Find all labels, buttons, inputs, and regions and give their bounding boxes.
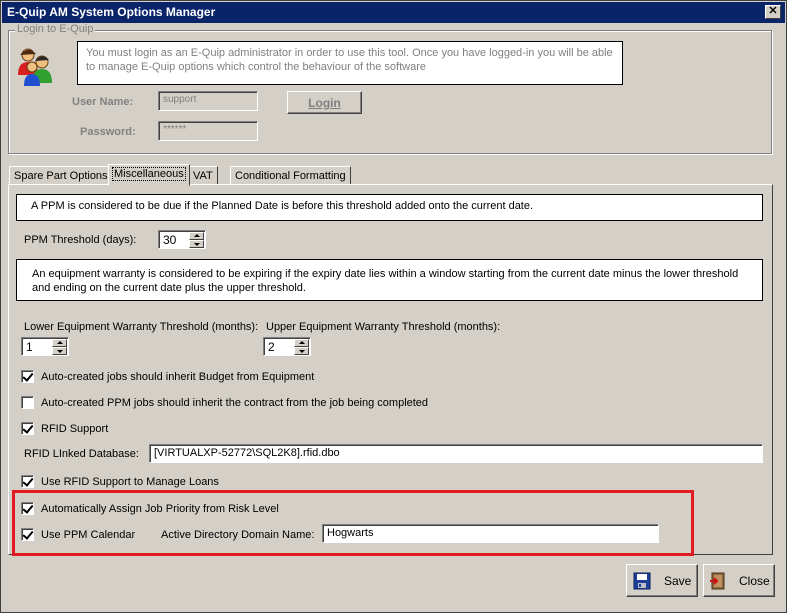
login-button[interactable]: Login <box>287 91 362 114</box>
tab-conditional-formatting-label: Conditional Formatting <box>235 170 346 182</box>
tab-miscellaneous[interactable]: Miscellaneous <box>108 164 190 186</box>
inherit-budget-label: Auto-created jobs should inherit Budget … <box>41 371 315 383</box>
rfid-db-label: RFID LInked Database: <box>24 448 139 460</box>
tab-vat-label: VAT <box>193 170 213 182</box>
tab-vat[interactable]: VAT <box>188 166 218 185</box>
upper-warranty-down-button[interactable] <box>294 347 309 355</box>
inherit-contract-checkbox[interactable] <box>21 396 34 409</box>
window-title: E-Quip AM System Options Manager <box>7 5 216 19</box>
exit-door-icon <box>710 572 725 590</box>
close-button-label: Close <box>739 574 770 588</box>
ppm-threshold-label: PPM Threshold (days): <box>24 234 137 246</box>
ppm-threshold-up-button[interactable] <box>189 232 204 240</box>
rfid-support-checkbox[interactable] <box>21 422 34 435</box>
username-field[interactable]: support <box>158 91 258 111</box>
highlight-box <box>12 490 694 556</box>
warranty-info-box: An equipment warranty is considered to b… <box>16 259 763 301</box>
login-group-title: Login to E-Quip <box>15 23 96 35</box>
password-label: Password: <box>80 126 136 138</box>
title-bar: E-Quip AM System Options Manager ✕ <box>2 2 785 23</box>
upper-warranty-label: Upper Equipment Warranty Threshold (mont… <box>266 321 501 333</box>
username-label: User Name: <box>72 96 134 108</box>
close-button[interactable]: Close <box>703 564 775 597</box>
lower-warranty-label: Lower Equipment Warranty Threshold (mont… <box>24 321 259 333</box>
login-message: You must login as an E-Quip administrato… <box>77 41 623 85</box>
save-button[interactable]: Save <box>626 564 698 597</box>
save-button-label: Save <box>664 574 692 588</box>
rfid-support-label: RFID Support <box>41 423 109 435</box>
password-field[interactable]: ****** <box>158 121 258 141</box>
options-manager-window: E-Quip AM System Options Manager ✕ Login… <box>0 0 787 613</box>
inherit-contract-label: Auto-created PPM jobs should inherit the… <box>41 397 429 409</box>
lower-warranty-value: 1 <box>26 340 33 354</box>
upper-warranty-stepper[interactable]: 2 <box>263 337 311 356</box>
ppm-info-box: A PPM is considered to be due if the Pla… <box>16 194 763 221</box>
rfid-loans-label: Use RFID Support to Manage Loans <box>41 476 219 488</box>
tab-conditional-formatting[interactable]: Conditional Formatting <box>230 166 351 185</box>
rfid-db-field[interactable]: [VIRTUALXP-52772\SQL2K8].rfid.dbo <box>149 444 763 463</box>
inherit-budget-checkbox[interactable] <box>21 370 34 383</box>
upper-warranty-value: 2 <box>268 340 275 354</box>
floppy-disk-icon <box>633 572 651 590</box>
lower-warranty-up-button[interactable] <box>52 339 67 347</box>
window-close-button[interactable]: ✕ <box>765 5 781 19</box>
rfid-loans-checkbox[interactable] <box>21 475 34 488</box>
lower-warranty-stepper[interactable]: 1 <box>21 337 69 356</box>
ppm-threshold-down-button[interactable] <box>189 240 204 248</box>
tab-spare-part-options-label: Spare Part Options <box>14 170 108 182</box>
ppm-threshold-stepper[interactable]: 30 <box>158 230 206 249</box>
upper-warranty-up-button[interactable] <box>294 339 309 347</box>
users-icon <box>18 48 52 86</box>
lower-warranty-down-button[interactable] <box>52 347 67 355</box>
tab-spare-part-options[interactable]: Spare Part Options <box>9 166 113 185</box>
ppm-info-text: A PPM is considered to be due if the Pla… <box>31 200 534 212</box>
tab-miscellaneous-label: Miscellaneous <box>112 167 186 181</box>
ppm-threshold-value: 30 <box>163 233 177 247</box>
